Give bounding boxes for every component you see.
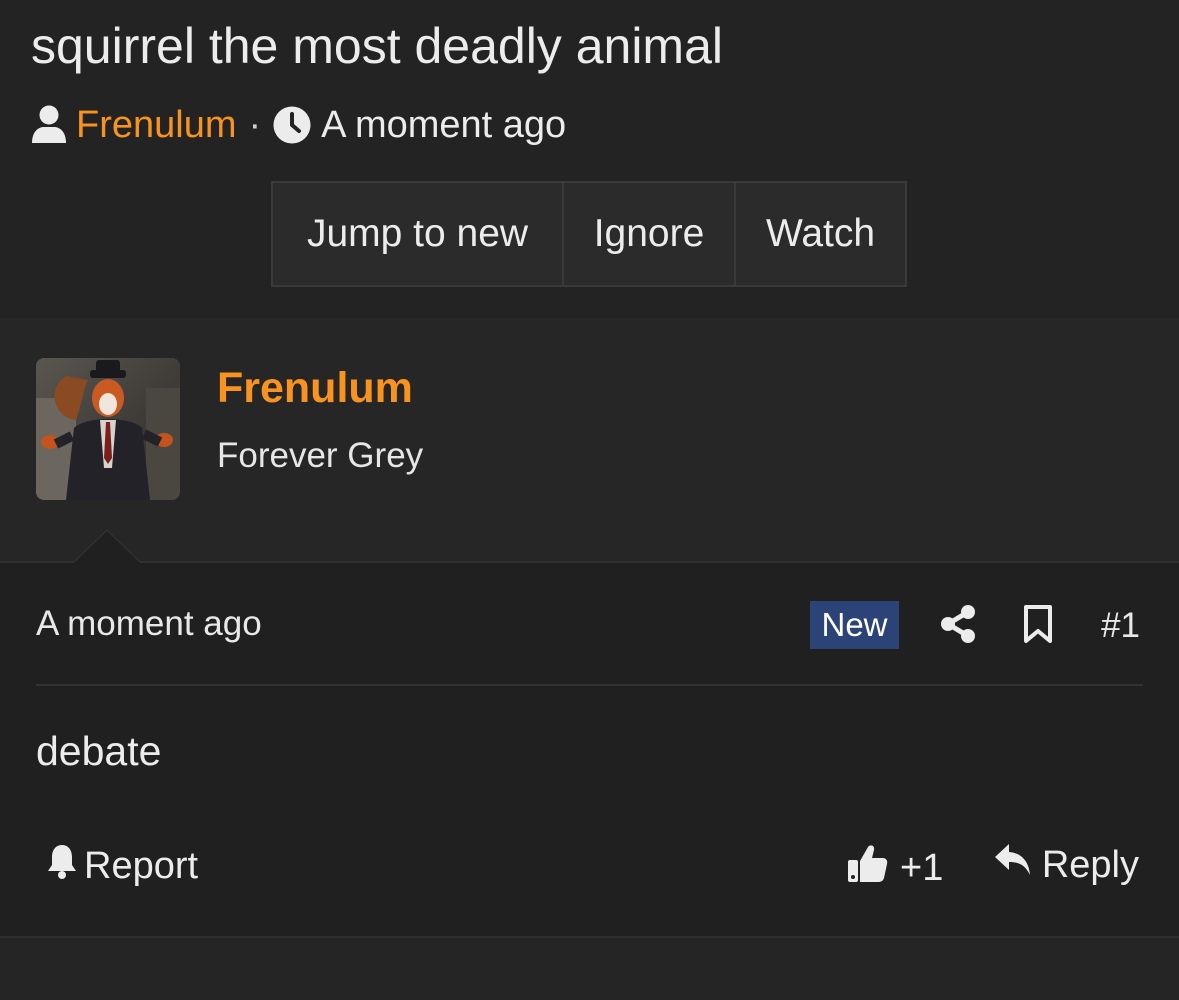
thread-header: squirrel the most deadly animal Frenulum… — [0, 0, 1179, 318]
avatar[interactable] — [36, 358, 180, 500]
thread-title: squirrel the most deadly animal — [31, 18, 723, 74]
like-count: +1 — [900, 846, 944, 889]
report-label: Report — [84, 844, 199, 887]
bookmark-icon[interactable] — [1022, 604, 1054, 644]
post-user-block: Frenulum Forever Grey — [0, 320, 1179, 563]
post-username[interactable]: Frenulum — [217, 364, 413, 413]
post-body: debate — [36, 728, 162, 774]
jump-to-new-button[interactable]: Jump to new — [273, 183, 562, 285]
watch-button[interactable]: Watch — [734, 183, 905, 285]
clock-icon — [273, 106, 311, 144]
thumbs-up-icon — [846, 842, 888, 894]
bell-icon — [46, 842, 78, 890]
share-icon[interactable] — [939, 604, 977, 644]
ignore-button[interactable]: Ignore — [562, 183, 734, 285]
reply-label: Reply — [1041, 843, 1139, 886]
thread-meta: Frenulum · A moment ago — [31, 100, 566, 150]
user-title: Forever Grey — [217, 436, 424, 475]
bottom-strip — [0, 936, 1179, 1000]
report-button[interactable]: Report — [46, 842, 198, 890]
thread-time[interactable]: A moment ago — [321, 104, 566, 147]
user-icon — [31, 105, 67, 145]
thread-action-buttons: Jump to new Ignore Watch — [271, 181, 907, 287]
post-attribution-bar: A moment ago New #1 — [36, 582, 1143, 662]
post-time[interactable]: A moment ago — [36, 604, 262, 644]
like-button[interactable]: +1 — [846, 842, 943, 894]
post-divider — [36, 684, 1143, 686]
user-block-caret — [72, 529, 142, 563]
new-badge: New — [810, 601, 899, 649]
meta-separator: · — [248, 103, 262, 146]
reply-arrow-icon — [994, 842, 1032, 888]
post: Frenulum Forever Grey A moment ago New #… — [0, 318, 1179, 938]
reply-button[interactable]: Reply — [994, 842, 1139, 888]
post-footer: Report +1 Reply — [36, 838, 1143, 890]
post-number-link[interactable]: #1 — [1101, 606, 1140, 646]
thread-author-link[interactable]: Frenulum — [76, 104, 237, 147]
